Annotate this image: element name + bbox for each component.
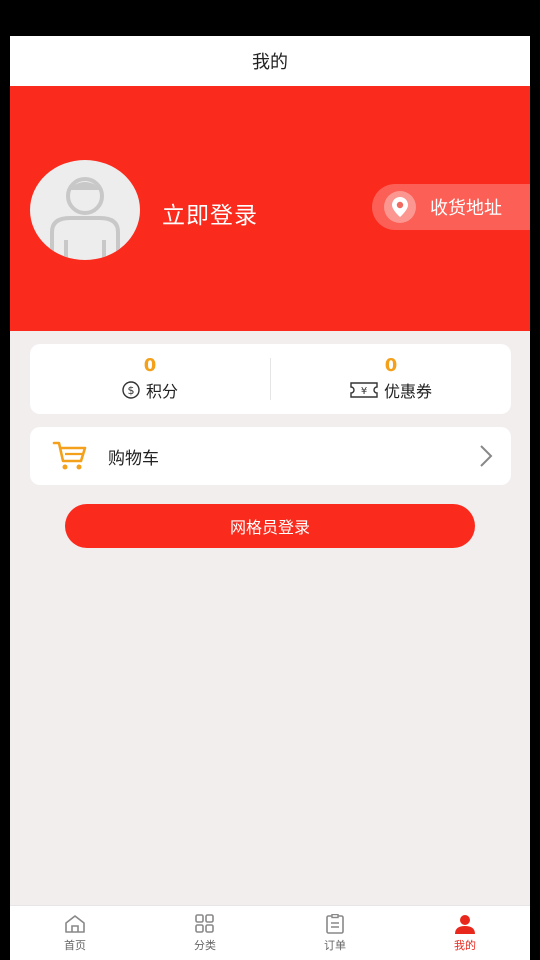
tab-home[interactable]: 首页 [10,906,140,960]
coupons-value: 0 [384,355,398,376]
svg-text:$: $ [127,384,134,397]
chevron-right-icon [480,445,493,467]
shipping-address-button[interactable]: 收货地址 [372,184,530,230]
title-bar: 我的 [10,36,530,86]
points-stat[interactable]: 0 $ 积分 [30,344,270,414]
points-label: 积分 [145,382,178,401]
points-value: 0 [143,355,157,376]
tab-category-label: 分类 [194,938,216,952]
order-icon [326,913,344,934]
coupons-stat[interactable]: 0 ¥ 优惠券 [271,344,511,414]
grid-member-login-button[interactable]: 网格员登录 [65,504,475,548]
stats-card: 0 $ 积分 0 ¥ 优惠券 [30,344,511,414]
bottom-tab-bar: 首页 分类 订单 我的 [10,905,530,960]
profile-header: 立即登录 收货地址 [10,86,530,331]
user-icon [455,914,475,934]
dollar-circle-icon: $ [122,381,140,399]
tab-orders-label: 订单 [324,938,346,952]
tab-orders[interactable]: 订单 [270,906,400,960]
svg-text:¥: ¥ [361,386,367,397]
avatar[interactable] [30,160,140,260]
coupons-label: 优惠券 [383,382,432,401]
main-content: 0 $ 积分 0 ¥ 优惠券 购物车 网格员登录 [10,331,530,901]
login-now-link[interactable]: 立即登录 [162,196,258,230]
location-pin-icon [384,191,416,223]
shipping-address-label: 收货地址 [430,198,502,219]
tab-mine[interactable]: 我的 [400,906,530,960]
coupon-icon: ¥ [350,382,378,398]
page-title: 我的 [252,52,288,73]
shopping-cart-label: 购物车 [108,448,159,469]
shopping-cart-row[interactable]: 购物车 [30,427,511,485]
tab-mine-label: 我的 [454,938,476,952]
tab-home-label: 首页 [64,938,86,952]
mine-screen: 我的 立即登录 收货地址 0 $ 积分 0 ¥ 优惠券 购物车 网格员登录 首页… [10,36,530,960]
cart-icon [52,441,87,470]
category-icon [195,913,214,933]
default-avatar-icon [50,177,120,260]
home-icon [65,914,85,933]
tab-category[interactable]: 分类 [140,906,270,960]
